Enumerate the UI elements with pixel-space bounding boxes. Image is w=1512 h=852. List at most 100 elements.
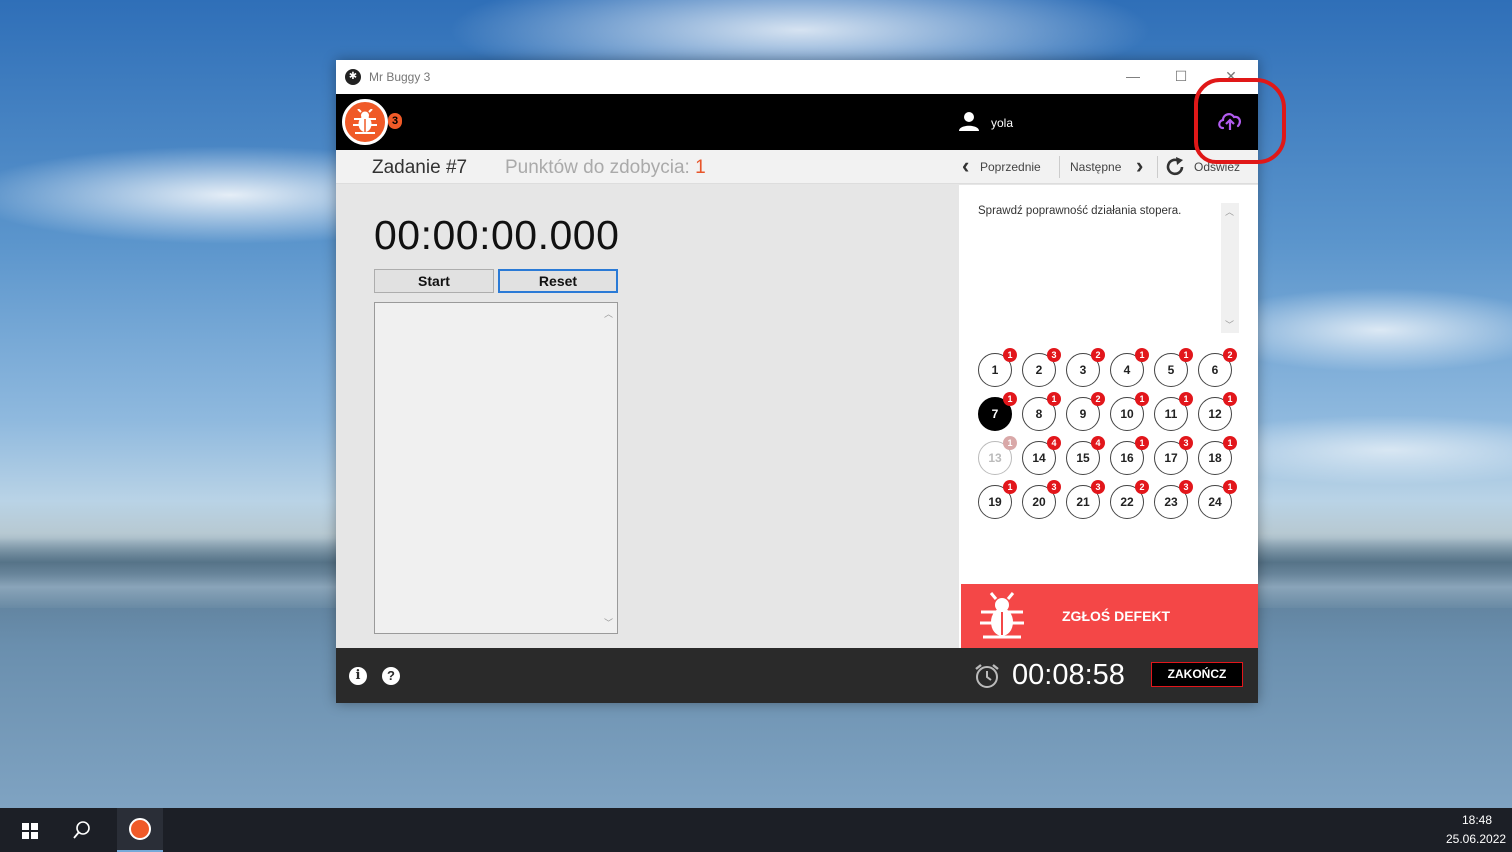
- task-defect-count-badge: 2: [1091, 348, 1105, 362]
- task-button[interactable]: 51: [1154, 348, 1193, 387]
- app-header: 3 yola: [336, 94, 1258, 150]
- task-button[interactable]: 81: [1022, 392, 1061, 431]
- task-defect-count-badge: 3: [1179, 480, 1193, 494]
- task-number: 9: [1079, 407, 1087, 421]
- task-number: 7: [991, 407, 999, 421]
- task-defect-count-badge: 1: [1003, 436, 1017, 450]
- report-defect-button[interactable]: ZGŁOŚ DEFEKT: [961, 584, 1258, 648]
- windows-start-icon[interactable]: [22, 823, 38, 839]
- task-button[interactable]: 15 4: [1066, 436, 1105, 475]
- task-number: 18: [1208, 451, 1222, 465]
- search-icon[interactable]: [72, 820, 92, 840]
- task-defect-count-badge: 1: [1179, 392, 1193, 406]
- task-button[interactable]: 92: [1066, 392, 1105, 431]
- task-button[interactable]: 11 1: [1154, 392, 1193, 431]
- task-defect-count-badge: 1: [1047, 392, 1061, 406]
- bug-icon: [980, 592, 1024, 639]
- laps-scrollbar[interactable]: ︿ ﹀: [600, 303, 617, 633]
- task-defect-count-badge: 1: [1179, 348, 1193, 362]
- task-number: 8: [1035, 407, 1043, 421]
- task-button[interactable]: 10 1: [1110, 392, 1149, 431]
- task-defect-count-badge: 1: [1135, 392, 1149, 406]
- task-button[interactable]: 22 2: [1110, 480, 1149, 519]
- logo-version-badge: 3: [388, 113, 402, 129]
- refresh-icon: [1166, 157, 1184, 176]
- stopwatch-display: 00:00:00.000: [374, 212, 620, 258]
- task-button[interactable]: 71: [978, 392, 1017, 431]
- help-icon[interactable]: ?: [382, 667, 400, 685]
- task-defect-count-badge: 1: [1003, 392, 1017, 406]
- task-number: 17: [1164, 451, 1178, 465]
- task-button[interactable]: 62: [1198, 348, 1237, 387]
- description-scrollbar[interactable]: ︿ ﹀: [1221, 203, 1239, 333]
- task-number: 15: [1076, 451, 1090, 465]
- task-button[interactable]: 41: [1110, 348, 1149, 387]
- task-defect-count-badge: 4: [1091, 436, 1105, 450]
- clock-date[interactable]: 25.06.2022: [1446, 832, 1506, 846]
- task-number: 11: [1164, 407, 1178, 421]
- previous-task-button[interactable]: ‹ Poprzednie: [960, 154, 1041, 180]
- scroll-down-icon[interactable]: ﹀: [604, 616, 613, 629]
- reset-button[interactable]: Reset: [498, 269, 618, 293]
- task-button[interactable]: 18 1: [1198, 436, 1237, 475]
- task-button[interactable]: 12 1: [1198, 392, 1237, 431]
- bug-icon: [353, 109, 377, 134]
- task-defect-count-badge: 3: [1047, 480, 1061, 494]
- laps-list[interactable]: ︿ ﹀: [374, 302, 618, 634]
- task-button[interactable]: 17 3: [1154, 436, 1193, 475]
- task-number: 14: [1032, 451, 1046, 465]
- task-button[interactable]: 14 4: [1022, 436, 1061, 475]
- scroll-up-icon[interactable]: ︿: [604, 307, 613, 320]
- next-task-button[interactable]: Następne ›: [1070, 154, 1145, 180]
- task-number: 21: [1076, 495, 1090, 509]
- task-button[interactable]: 19 1: [978, 480, 1017, 519]
- task-button[interactable]: 11: [978, 348, 1017, 387]
- points-info: Punktów do zdobycia: 1: [505, 157, 706, 179]
- task-button[interactable]: 16 1: [1110, 436, 1149, 475]
- user-icon: [959, 112, 979, 131]
- task-number: 4: [1123, 363, 1131, 377]
- task-button[interactable]: 23 3: [1154, 480, 1193, 519]
- taskbar-app-mr-buggy[interactable]: [117, 808, 163, 852]
- report-defect-label: ZGŁOŚ DEFEKT: [1062, 608, 1171, 624]
- task-number: 13: [988, 451, 1002, 465]
- taskbar: 18:48 25.06.2022: [0, 808, 1512, 852]
- points-value: 1: [695, 157, 706, 178]
- window-title: Mr Buggy 3: [369, 70, 431, 84]
- task-defect-count-badge: 1: [1223, 392, 1237, 406]
- username[interactable]: yola: [991, 116, 1013, 130]
- task-defect-count-badge: 1: [1223, 480, 1237, 494]
- task-number: 19: [988, 495, 1002, 509]
- task-number: 5: [1167, 363, 1175, 377]
- app-footer: i ? 00:08:58 ZAKOŃCZ: [336, 648, 1258, 703]
- start-button[interactable]: Start: [374, 269, 494, 293]
- task-defect-count-badge: 1: [1003, 480, 1017, 494]
- finish-button[interactable]: ZAKOŃCZ: [1151, 662, 1243, 687]
- clock-time[interactable]: 18:48: [1462, 813, 1492, 827]
- app-logo: [342, 99, 388, 145]
- task-number: 1: [991, 363, 999, 377]
- scroll-up-icon[interactable]: ︿: [1225, 205, 1234, 218]
- task-number: 23: [1164, 495, 1178, 509]
- red-circle-annotation: [1194, 78, 1286, 164]
- task-button[interactable]: 21 3: [1066, 480, 1105, 519]
- window-titlebar[interactable]: ✱ Mr Buggy 3 — ☐ ✕: [336, 60, 1258, 94]
- session-timer: 00:08:58: [1012, 659, 1125, 691]
- task-side-panel: Sprawdź poprawność działania stopera. ︿ …: [959, 185, 1258, 648]
- task-defect-count-badge: 1: [1223, 436, 1237, 450]
- task-defect-count-badge: 2: [1223, 348, 1237, 362]
- maximize-button[interactable]: ☐: [1158, 60, 1204, 94]
- task-button[interactable]: 24 1: [1198, 480, 1237, 519]
- task-number: 12: [1208, 407, 1222, 421]
- task-description: Sprawdź poprawność działania stopera.: [978, 205, 1182, 217]
- task-button[interactable]: 20 3: [1022, 480, 1061, 519]
- task-number: 24: [1208, 495, 1222, 509]
- task-button[interactable]: 23: [1022, 348, 1061, 387]
- task-number: 22: [1120, 495, 1134, 509]
- minimize-button[interactable]: —: [1110, 60, 1156, 94]
- task-number: 16: [1120, 451, 1134, 465]
- task-number: 20: [1032, 495, 1046, 509]
- scroll-down-icon[interactable]: ﹀: [1225, 318, 1234, 331]
- task-button[interactable]: 32: [1066, 348, 1105, 387]
- info-icon[interactable]: i: [349, 667, 367, 685]
